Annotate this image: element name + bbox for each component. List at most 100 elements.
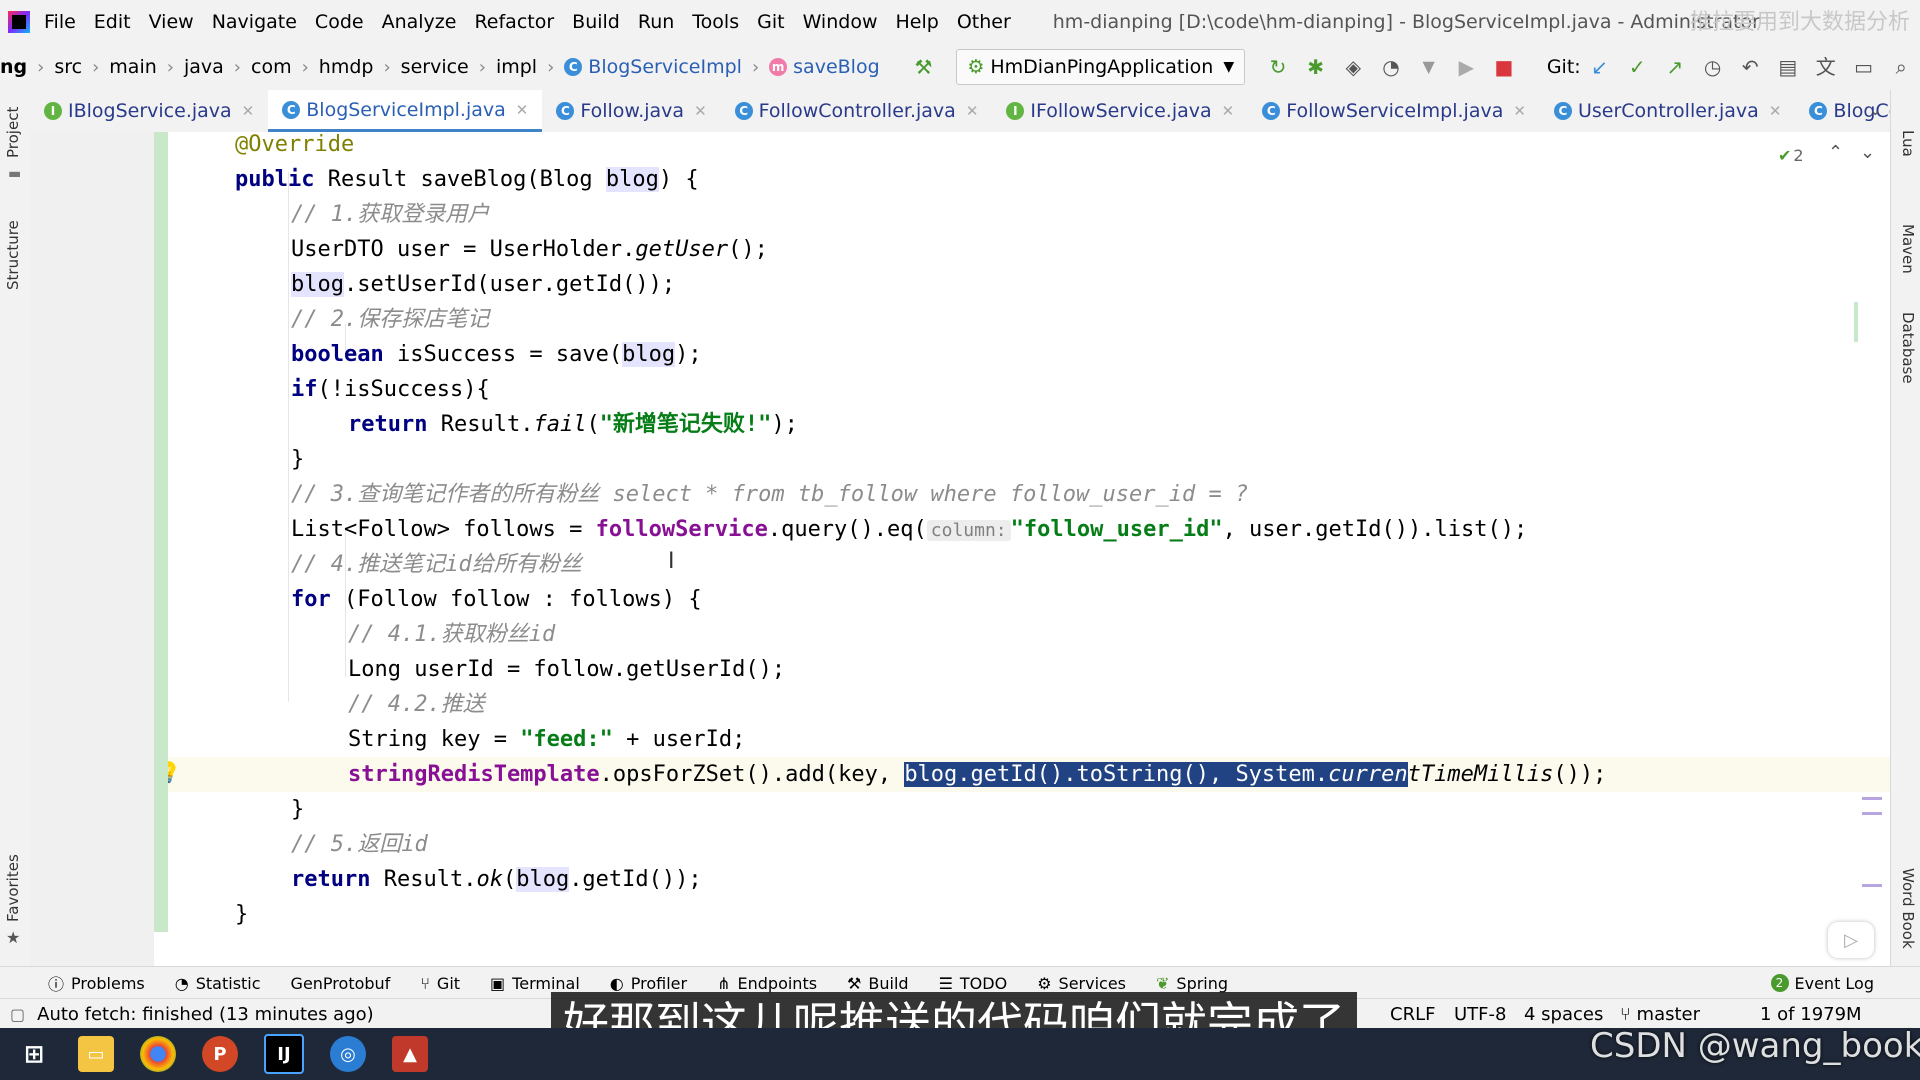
- lua-tool-button[interactable]: Lua: [1899, 130, 1917, 157]
- spring-tool-button[interactable]: ❦ Spring: [1156, 974, 1228, 993]
- profiler-tool-button[interactable]: ◐ Profiler: [610, 974, 687, 993]
- word-book-tool-button[interactable]: Word Book: [1899, 868, 1917, 949]
- chevron-down-icon[interactable]: ▼: [1419, 56, 1439, 78]
- close-icon[interactable]: ✕: [1769, 102, 1782, 120]
- git-tool-button[interactable]: ⑂ Git: [420, 974, 460, 993]
- lightbulb-icon[interactable]: 💡: [168, 760, 181, 784]
- editor-gutter: [30, 132, 154, 966]
- close-icon[interactable]: ✕: [516, 101, 529, 119]
- tab-iblogservice[interactable]: I IBlogService.java ✕: [30, 90, 268, 132]
- chevron-right-icon: ›: [383, 56, 391, 78]
- stop-icon[interactable]: ■: [1494, 56, 1514, 78]
- statistic-tool-button[interactable]: ◔ Statistic: [175, 974, 261, 993]
- close-icon[interactable]: ✕: [242, 102, 255, 120]
- hammer-build-icon[interactable]: ⚒: [914, 56, 934, 78]
- breadcrumb-impl[interactable]: impl ›: [496, 56, 564, 78]
- structure-tool-button[interactable]: Structure: [4, 220, 22, 290]
- scrollbar-thumb[interactable]: [1854, 302, 1858, 342]
- git-branch[interactable]: ⑂ master: [1620, 1004, 1700, 1025]
- app-icon[interactable]: ▲: [392, 1036, 428, 1072]
- git-update-icon[interactable]: ↙: [1590, 56, 1610, 78]
- close-icon[interactable]: ✕: [966, 102, 979, 120]
- line-separator[interactable]: CRLF: [1390, 1004, 1435, 1025]
- powerpoint-icon[interactable]: P: [202, 1036, 238, 1072]
- memory-indicator[interactable]: 1 of 1979M: [1760, 1004, 1862, 1025]
- tab-usercontroller[interactable]: C UserController.java ✕: [1540, 90, 1795, 132]
- breadcrumb-src[interactable]: src ›: [54, 56, 109, 78]
- tab-blogserviceimpl[interactable]: C BlogServiceImpl.java ✕: [268, 90, 543, 132]
- project-structure-icon[interactable]: ▤: [1778, 56, 1798, 78]
- breadcrumb-ng[interactable]: ng ›: [0, 56, 54, 78]
- file-explorer-icon[interactable]: ▭: [78, 1036, 114, 1072]
- vcs-change-marker: [154, 132, 168, 932]
- favorites-tool-button[interactable]: Favorites: [4, 854, 22, 922]
- run-icon[interactable]: ▶: [1456, 56, 1476, 78]
- todo-tool-button[interactable]: ☰ TODO: [939, 974, 1008, 993]
- breadcrumb-com[interactable]: com ›: [251, 56, 319, 78]
- breadcrumb-service[interactable]: service ›: [401, 56, 496, 78]
- git-commit-icon[interactable]: ✓: [1627, 56, 1647, 78]
- intellij-taskbar-icon[interactable]: IJ: [264, 1034, 304, 1074]
- history-icon[interactable]: ◷: [1703, 56, 1723, 78]
- debug-icon[interactable]: ✱: [1306, 56, 1326, 78]
- search-icon[interactable]: ⌕: [1891, 56, 1911, 78]
- code-editor[interactable]: ✔2 ⌃ ⌄ 141 @Override 142 ⇡ @ public Resu…: [168, 132, 1890, 966]
- services-icon: ⚙: [1037, 973, 1052, 993]
- file-encoding[interactable]: UTF-8: [1454, 1004, 1506, 1025]
- menu-help[interactable]: Help: [895, 11, 938, 33]
- genprotobuf-tool-button[interactable]: GenProtobuf: [291, 974, 391, 993]
- rollback-icon[interactable]: ↶: [1740, 56, 1760, 78]
- terminal-tool-button[interactable]: ▣ Terminal: [490, 974, 580, 993]
- close-icon[interactable]: ✕: [1513, 102, 1526, 120]
- menu-refactor[interactable]: Refactor: [474, 11, 554, 33]
- app-icon[interactable]: ◎: [330, 1036, 366, 1072]
- tabs-overflow-chevron-icon[interactable]: ⌄: [1869, 100, 1882, 119]
- event-log-tool-button[interactable]: 2 Event Log: [1770, 974, 1874, 993]
- layout-icon[interactable]: ▢: [10, 1005, 25, 1024]
- menu-navigate[interactable]: Navigate: [212, 11, 297, 33]
- rerun-icon[interactable]: ↻: [1268, 56, 1288, 78]
- run-configuration-select[interactable]: ⚙ HmDianPingApplication ▼: [956, 49, 1246, 85]
- menu-run[interactable]: Run: [638, 11, 674, 33]
- play-overlay-icon[interactable]: ▷: [1828, 922, 1874, 958]
- endpoints-tool-button[interactable]: ⋔ Endpoints: [717, 974, 817, 993]
- menu-other[interactable]: Other: [957, 11, 1011, 33]
- tab-followcontroller[interactable]: C FollowController.java ✕: [721, 90, 993, 132]
- tab-label: IFollowService.java: [1030, 100, 1212, 122]
- menu-view[interactable]: View: [149, 11, 194, 33]
- menu-git[interactable]: Git: [757, 11, 784, 33]
- breadcrumb-class[interactable]: C BlogServiceImpl ›: [564, 56, 769, 78]
- tab-followserviceimpl[interactable]: C FollowServiceImpl.java ✕: [1248, 90, 1540, 132]
- chrome-icon[interactable]: [140, 1036, 176, 1072]
- windows-start-icon[interactable]: ⊞: [16, 1036, 52, 1072]
- git-push-icon[interactable]: ↗: [1665, 56, 1685, 78]
- presentation-icon[interactable]: ▭: [1854, 56, 1874, 78]
- indent-setting[interactable]: 4 spaces: [1524, 1004, 1603, 1025]
- coverage-icon[interactable]: ◈: [1343, 56, 1363, 78]
- menu-file[interactable]: File: [44, 11, 76, 33]
- project-tool-button[interactable]: Project: [4, 107, 22, 158]
- database-tool-button[interactable]: Database: [1899, 312, 1917, 384]
- maven-tool-button[interactable]: Maven: [1899, 224, 1917, 274]
- tool-window-label: Git: [436, 973, 461, 993]
- breadcrumb-method[interactable]: m saveBlog: [769, 56, 880, 78]
- menu-window[interactable]: Window: [803, 11, 878, 33]
- build-tool-button[interactable]: ⚒ Build: [847, 974, 909, 993]
- services-tool-button[interactable]: ⚙ Services: [1037, 974, 1126, 993]
- translate-icon[interactable]: 文: [1816, 56, 1836, 78]
- profile-icon[interactable]: ◔: [1381, 56, 1401, 78]
- menu-analyze[interactable]: Analyze: [382, 11, 457, 33]
- menu-build[interactable]: Build: [572, 11, 620, 33]
- close-icon[interactable]: ✕: [694, 102, 707, 120]
- menu-code[interactable]: Code: [315, 11, 364, 33]
- tab-ifollowservice[interactable]: I IFollowService.java ✕: [992, 90, 1248, 132]
- close-icon[interactable]: ✕: [1222, 102, 1235, 120]
- menu-tools[interactable]: Tools: [692, 11, 739, 33]
- intellij-logo-icon[interactable]: [8, 11, 30, 33]
- breadcrumb-hmdp[interactable]: hmdp ›: [319, 56, 401, 78]
- problems-tool-button[interactable]: ⓘ Problems: [48, 971, 145, 995]
- tab-follow[interactable]: C Follow.java ✕: [542, 90, 720, 132]
- menu-edit[interactable]: Edit: [94, 11, 131, 33]
- breadcrumb-java[interactable]: java ›: [184, 56, 251, 78]
- breadcrumb-main[interactable]: main ›: [109, 56, 184, 78]
